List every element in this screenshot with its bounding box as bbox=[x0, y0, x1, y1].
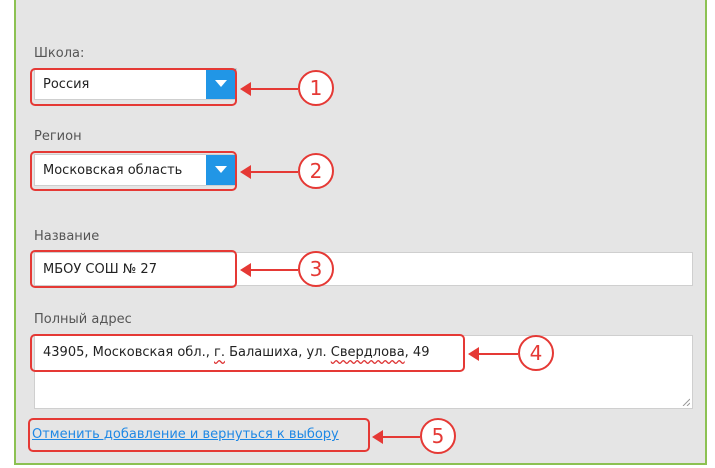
region-dropdown-button[interactable] bbox=[206, 155, 236, 185]
callout-arrow-4 bbox=[468, 347, 518, 361]
address-label: Полный адрес bbox=[34, 312, 132, 327]
school-label: Школа: bbox=[34, 46, 85, 61]
name-input-value: МБОУ СОШ № 27 bbox=[43, 261, 157, 277]
school-select[interactable]: Россия bbox=[34, 68, 237, 100]
callout-arrow-1 bbox=[240, 82, 298, 96]
callout-badge-5: 5 bbox=[420, 418, 456, 454]
callout-badge-2: 2 bbox=[298, 153, 334, 189]
spellcheck-word: г. bbox=[214, 345, 225, 360]
school-form-panel: Школа: Россия Регион Московская область … bbox=[14, 0, 707, 465]
callout-arrow-2 bbox=[240, 165, 298, 179]
region-select[interactable]: Московская область bbox=[34, 154, 237, 186]
chevron-down-icon bbox=[215, 80, 227, 87]
resize-handle-icon[interactable] bbox=[682, 398, 690, 406]
callout-badge-3: 3 bbox=[298, 251, 334, 287]
callout-badge-4: 4 bbox=[518, 335, 554, 371]
spellcheck-word: Свердлова bbox=[330, 345, 405, 360]
callout-badge-1: 1 bbox=[298, 70, 334, 106]
address-textarea[interactable]: 43905, Московская обл., г. Балашиха, ул.… bbox=[34, 335, 693, 409]
name-input[interactable]: МБОУ СОШ № 27 bbox=[34, 252, 693, 286]
callout-arrow-3 bbox=[240, 263, 298, 277]
callout-arrow-5 bbox=[372, 430, 420, 444]
region-select-value: Московская область bbox=[43, 162, 183, 178]
address-text: 43905, Московская обл., г. Балашиха, ул.… bbox=[43, 345, 430, 360]
school-select-value: Россия bbox=[43, 76, 90, 92]
region-label: Регион bbox=[34, 129, 82, 144]
cancel-add-link[interactable]: Отменить добавление и вернуться к выбору bbox=[32, 427, 339, 442]
chevron-down-icon bbox=[215, 166, 227, 173]
name-label: Название bbox=[34, 229, 100, 244]
school-dropdown-button[interactable] bbox=[206, 69, 236, 99]
